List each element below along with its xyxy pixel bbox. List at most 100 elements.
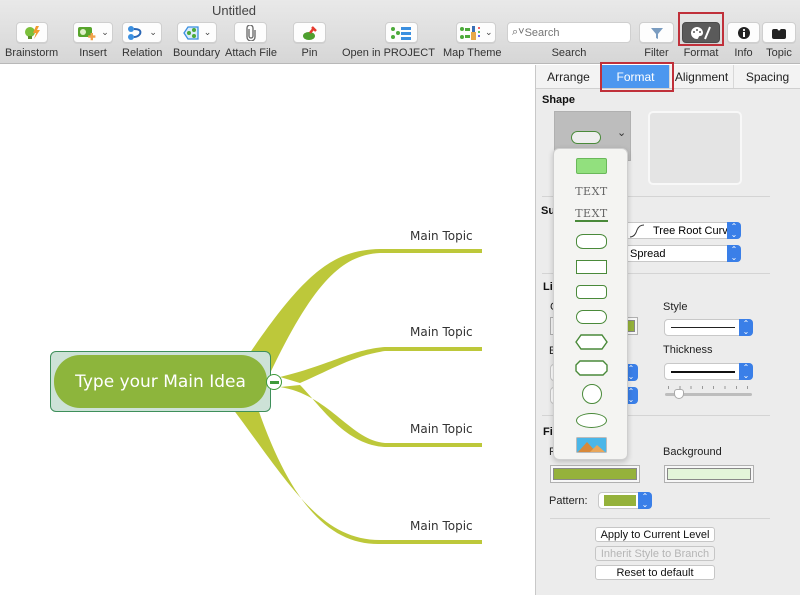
search-field[interactable]: ⌕˅	[507, 22, 631, 43]
line-pattern-select[interactable]: ⌃ ⌄	[664, 319, 753, 336]
rectangle-icon	[576, 260, 607, 274]
fill-color-well[interactable]	[550, 465, 640, 483]
text-shape-icon: TEXT	[575, 184, 608, 198]
central-topic[interactable]: Type your Main Idea	[54, 355, 267, 408]
apply-to-current-level-button[interactable]: Apply to Current Level	[595, 527, 715, 542]
background-color-well[interactable]	[664, 465, 754, 483]
boundary-label: Boundary	[173, 47, 221, 59]
filter-button[interactable]: Filter	[639, 22, 674, 59]
hexagon-icon	[575, 334, 608, 350]
ellipse-icon	[576, 412, 607, 428]
relation-label: Relation	[122, 47, 163, 59]
topic-button[interactable]: Topic	[762, 22, 796, 59]
brainstorm-icon	[24, 25, 40, 39]
boundary-button[interactable]: ⌄ Boundary	[173, 22, 220, 59]
shape-option-image[interactable]	[554, 436, 629, 454]
shape-option-underlined-text[interactable]: TEXT	[554, 205, 629, 225]
branch-line-3	[280, 385, 482, 447]
topic-icon	[772, 27, 786, 39]
pattern-label: Pattern:	[549, 495, 588, 507]
line-style-label: Style	[663, 301, 688, 313]
open-in-project-label: Open in PROJECT	[342, 47, 435, 59]
shape-option-octagon[interactable]	[554, 359, 629, 377]
toolbar: Untitled Brainstorm ⌄ Insert ⌄ Relation …	[0, 0, 800, 64]
topic-label: Topic	[766, 47, 792, 59]
open-in-project-button[interactable]: Open in PROJECT	[342, 22, 435, 59]
thickness-preview	[671, 370, 735, 373]
main-topic-3[interactable]: Main Topic	[410, 422, 473, 436]
pin-icon	[302, 25, 317, 40]
mind-map-canvas[interactable]: Type your Main Idea Main Topic Main Topi…	[0, 65, 535, 595]
chevron-down-icon: ⌄	[101, 27, 109, 37]
collapse-button[interactable]	[266, 374, 282, 390]
shape-option-ellipse[interactable]	[554, 411, 629, 429]
search-icon: ⌕˅	[512, 26, 525, 38]
main-topic-2[interactable]: Main Topic	[410, 325, 473, 339]
relation-button[interactable]: ⌄ Relation	[122, 22, 162, 59]
octagon-icon	[575, 360, 608, 376]
filled-rectangle-icon	[576, 158, 607, 174]
layout-select[interactable]: Spread ⌃ ⌄	[624, 245, 741, 262]
info-label: Info	[734, 47, 753, 59]
shape-option-filled-rectangle[interactable]	[554, 156, 629, 176]
shape-option-capsule[interactable]	[554, 308, 629, 326]
tab-arrange[interactable]: Arrange	[536, 65, 602, 88]
insert-topic-icon	[78, 26, 96, 40]
underlined-text-shape-icon: TEXT	[575, 207, 608, 222]
shape-option-slightly-rounded[interactable]	[554, 283, 629, 301]
shape-option-text[interactable]: TEXT	[554, 181, 629, 201]
updown-arrows-icon: ⌃ ⌄	[727, 245, 741, 262]
fill-color-swatch	[553, 468, 637, 480]
shape-section-title: Shape	[542, 94, 576, 106]
shape-option-circle[interactable]	[554, 383, 629, 405]
brainstorm-button[interactable]: Brainstorm	[5, 22, 58, 59]
image-icon	[576, 437, 607, 453]
chevron-down-icon: ⌄	[484, 27, 493, 37]
central-topic-text: Type your Main Idea	[75, 371, 246, 392]
slightly-rounded-rectangle-icon	[576, 285, 607, 299]
slider-thumb[interactable]	[674, 389, 684, 399]
reset-to-default-button[interactable]: Reset to default	[595, 565, 715, 580]
minus-icon	[269, 380, 279, 384]
insert-button[interactable]: ⌄ Insert	[73, 22, 113, 59]
tab-spacing[interactable]: Spacing	[734, 65, 800, 88]
search-input[interactable]	[524, 26, 615, 39]
divider	[550, 518, 770, 519]
shape-option-hexagon[interactable]	[554, 333, 629, 351]
map-theme-button[interactable]: ⌄ Map Theme	[443, 22, 502, 59]
filter-icon	[650, 27, 663, 39]
pattern-swatch	[604, 495, 636, 506]
chevron-down-icon: ⌄	[149, 27, 157, 37]
shape-option-rounded-rectangle[interactable]	[554, 232, 629, 250]
line-style-value: Tree Root Curve	[653, 224, 734, 237]
pin-button[interactable]: Pin	[293, 22, 326, 59]
layout-value: Spread	[630, 247, 666, 260]
project-icon	[391, 26, 412, 40]
line-style-select[interactable]: Tree Root Curve ⌃ ⌄	[624, 222, 741, 239]
thickness-slider[interactable]	[665, 386, 752, 400]
shape-image-preview	[648, 111, 742, 185]
pattern-select[interactable]: ⌃ ⌄	[598, 492, 652, 509]
relation-icon	[128, 25, 142, 40]
line-pattern-preview	[671, 327, 735, 328]
main-topic-4[interactable]: Main Topic	[410, 519, 473, 533]
updown-arrows-icon: ⌃ ⌄	[638, 492, 652, 509]
boundary-icon	[182, 25, 199, 40]
insert-label: Insert	[79, 47, 107, 59]
inherit-style-to-branch-button: Inherit Style to Branch	[595, 546, 715, 561]
attach-file-button[interactable]: Attach File	[225, 22, 277, 59]
curve-icon	[629, 224, 645, 237]
format-label: Format	[683, 47, 719, 59]
updown-arrows-icon: ⌃ ⌄	[739, 319, 753, 336]
thickness-select[interactable]: ⌃ ⌄	[664, 363, 753, 380]
format-tab-highlight	[600, 62, 674, 92]
pin-label: Pin	[301, 47, 318, 59]
shape-options-menu: TEXT TEXT	[553, 148, 628, 460]
main-topic-1[interactable]: Main Topic	[410, 229, 473, 243]
updown-arrows-icon: ⌃ ⌄	[727, 222, 741, 239]
shape-option-rectangle[interactable]	[554, 258, 629, 276]
info-button[interactable]: Info	[727, 22, 760, 59]
window-title: Untitled	[211, 3, 257, 18]
capsule-icon	[576, 310, 607, 324]
tab-alignment[interactable]: Alignment	[670, 65, 734, 88]
